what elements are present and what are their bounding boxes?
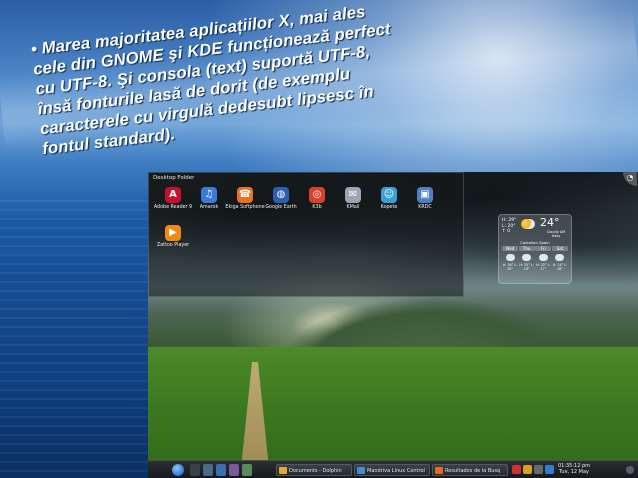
forecast-day-name: Sat [551, 246, 568, 251]
desktop-icon-label: KMail [346, 205, 360, 210]
desktop-icon-google-earth[interactable]: ◍ Google Earth [261, 187, 301, 211]
weather-wind: ↑ 0 [502, 229, 511, 234]
desktop-icon-label: Adobe Reader 9 [153, 205, 193, 210]
panel-toolbox-icon[interactable] [626, 466, 634, 474]
control-center-icon [357, 467, 365, 474]
weather-forecast: Wed H: 26° L: 20° Thu H: 25° L: 19° Fri … [502, 246, 568, 271]
desktop-icon-krdc[interactable]: ▣ KRDC [405, 187, 445, 211]
desktop-icon-kmail[interactable]: ✉ KMail [333, 187, 373, 211]
forecast-day-range: H: 24° L: 18° [552, 263, 568, 271]
desktop-icon-label: KRDC [418, 205, 432, 210]
weather-condition-detail: Hazy [551, 234, 561, 238]
task-label: Documents - Dolphin [289, 468, 342, 474]
partly-cloudy-icon [521, 219, 535, 229]
kickoff-menu-icon[interactable] [172, 464, 184, 476]
weather-widget: H: 29° L: 20° ↑ 0 24° Cloudy AM Hazy Cas… [498, 214, 572, 284]
desktop-icon-label: Ekiga Softphone [225, 205, 265, 210]
task-browser[interactable]: Resultados de la Busq [432, 464, 508, 476]
desktop-icon-label: Google Earth [265, 205, 297, 210]
weather-current-temp: 24° [540, 216, 560, 229]
desktop-icon-k3b[interactable]: ◎ K3b [297, 187, 337, 211]
network-icon[interactable] [545, 465, 554, 474]
forecast-day-range: H: 25° L: 19° [519, 263, 534, 271]
weather-high: H: 29° [502, 218, 517, 223]
adobe-reader-icon: A [165, 187, 181, 203]
forecast-day: Thu H: 25° L: 19° [518, 246, 535, 271]
desktop-icon-label: Kopete [380, 205, 398, 210]
desktop-icon-zattoo[interactable]: ▶ Zattoo Player [153, 225, 193, 249]
show-desktop-icon[interactable] [190, 464, 200, 476]
forecast-day-name: Thu [518, 246, 535, 251]
weather-today-range: H: 29° L: 20° ↑ 0 [502, 218, 516, 235]
forecast-day-name: Wed [502, 246, 518, 251]
ekiga-icon: ☎ [237, 187, 253, 203]
krdc-icon: ▣ [417, 187, 433, 203]
cloud-icon [555, 254, 565, 261]
forecast-day: Sat H: 24° L: 18° [551, 246, 568, 271]
forecast-day-name: Fri [535, 246, 552, 251]
digital-clock[interactable]: 01:35:12 pm Tue, 12 May [554, 463, 594, 475]
desktop-icon-label: Zattoo Player [156, 243, 190, 248]
task-mandriva-control[interactable]: Mandriva Linux Control [354, 464, 430, 476]
desktop-icon-amarok[interactable]: ♫ Amarok [189, 187, 229, 211]
pager-icon[interactable] [229, 464, 239, 476]
browser-icon[interactable] [216, 464, 226, 476]
k3b-icon: ◎ [309, 187, 325, 203]
forecast-day-range: H: 26° L: 20° [502, 263, 518, 271]
desktop-icon-kopete[interactable]: ☺ Kopete [369, 187, 409, 211]
cloud-icon [522, 254, 532, 261]
volume-icon[interactable] [534, 465, 543, 474]
kde-desktop-screenshot: Desktop Folder A Adobe Reader 9 ♫ Amarok… [148, 172, 638, 478]
forecast-day: Fri H: 22° L: 17° [535, 246, 552, 271]
google-earth-icon: ◍ [273, 187, 289, 203]
zattoo-icon: ▶ [165, 225, 181, 241]
forecast-day-range: H: 22° L: 17° [536, 263, 551, 271]
cloud-icon [538, 254, 548, 261]
tray-app-icon[interactable] [523, 465, 532, 474]
clock-date: Tue, 12 May [558, 469, 589, 475]
pager-icon[interactable] [242, 464, 252, 476]
task-label: Resultados de la Busq [445, 468, 501, 474]
forecast-day: Wed H: 26° L: 20° [502, 246, 518, 271]
weather-low: L: 20° [502, 223, 516, 229]
file-manager-icon[interactable] [203, 464, 213, 476]
folder-view-title: Desktop Folder [153, 175, 195, 181]
amarok-icon: ♫ [201, 187, 217, 203]
weather-condition: Cloudy AM Hazy [542, 230, 570, 238]
firefox-icon [435, 467, 443, 474]
kopete-icon: ☺ [381, 187, 397, 203]
slide-bullet-text: • Marea majoritatea aplicațiilor X, mai … [30, 0, 461, 159]
desktop-icon-label: K3b [312, 205, 322, 210]
folder-icon [279, 467, 287, 474]
task-label: Mandriva Linux Control [367, 468, 425, 474]
desktop-icon-label: Amarok [199, 205, 219, 210]
task-dolphin[interactable]: Documents - Dolphin [276, 464, 352, 476]
desktop-icon-adobe-reader[interactable]: A Adobe Reader 9 [153, 187, 193, 211]
desktop-icon-ekiga[interactable]: ☎ Ekiga Softphone [225, 187, 265, 211]
wallpaper-field [148, 347, 638, 478]
tray-app-icon[interactable] [512, 465, 521, 474]
taskbar: Documents - Dolphin Mandriva Linux Contr… [148, 460, 638, 478]
desktop-folder-view: Desktop Folder A Adobe Reader 9 ♫ Amarok… [148, 172, 464, 297]
kmail-icon: ✉ [345, 187, 361, 203]
weather-location: Castellon Spain [520, 240, 550, 245]
cloud-icon [505, 254, 515, 261]
